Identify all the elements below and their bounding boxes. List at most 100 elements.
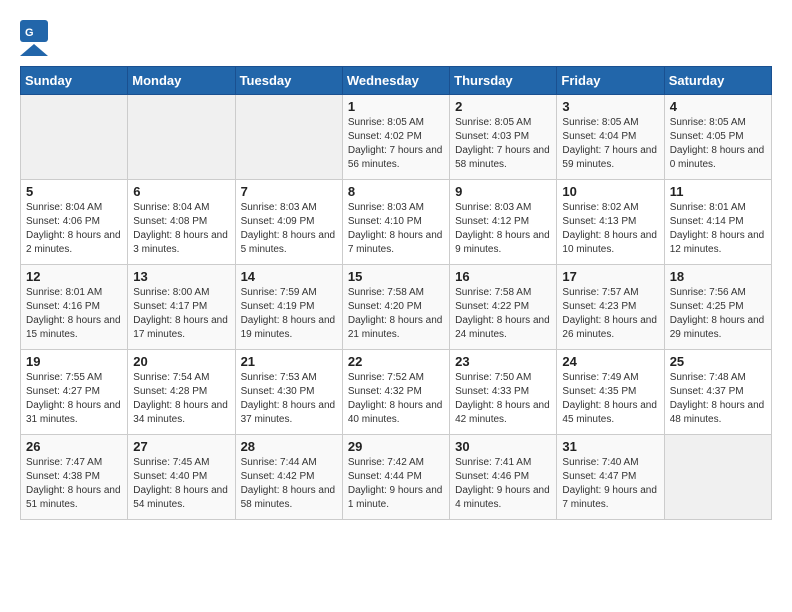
logo: G (20, 20, 53, 56)
day-number: 3 (562, 99, 658, 114)
calendar-cell: 5 Sunrise: 8:04 AM Sunset: 4:06 PM Daylig… (21, 180, 128, 265)
day-info: Sunrise: 7:41 AM Sunset: 4:46 PM Dayligh… (455, 456, 551, 512)
calendar-cell: 9 Sunrise: 8:03 AM Sunset: 4:12 PM Daylig… (450, 180, 557, 265)
day-info: Sunrise: 8:05 AM Sunset: 4:02 PM Dayligh… (348, 116, 444, 172)
day-info: Sunrise: 8:03 AM Sunset: 4:09 PM Dayligh… (241, 201, 337, 257)
day-number: 13 (133, 269, 229, 284)
day-number: 7 (241, 184, 337, 199)
day-info: Sunrise: 7:58 AM Sunset: 4:22 PM Dayligh… (455, 286, 551, 342)
day-info: Sunrise: 8:03 AM Sunset: 4:10 PM Dayligh… (348, 201, 444, 257)
day-number: 8 (348, 184, 444, 199)
day-number: 10 (562, 184, 658, 199)
calendar-cell: 25 Sunrise: 7:48 AM Sunset: 4:37 PM Dayli… (664, 350, 771, 435)
day-number: 11 (670, 184, 766, 199)
day-info: Sunrise: 8:04 AM Sunset: 4:06 PM Dayligh… (26, 201, 122, 257)
day-info: Sunrise: 7:49 AM Sunset: 4:35 PM Dayligh… (562, 371, 658, 427)
day-info: Sunrise: 8:02 AM Sunset: 4:13 PM Dayligh… (562, 201, 658, 257)
calendar-cell: 4 Sunrise: 8:05 AM Sunset: 4:05 PM Daylig… (664, 95, 771, 180)
calendar-cell (21, 95, 128, 180)
calendar-cell (128, 95, 235, 180)
day-number: 25 (670, 354, 766, 369)
svg-text:G: G (25, 27, 34, 39)
day-info: Sunrise: 7:59 AM Sunset: 4:19 PM Dayligh… (241, 286, 337, 342)
calendar-cell: 29 Sunrise: 7:42 AM Sunset: 4:44 PM Dayli… (342, 435, 449, 520)
day-info: Sunrise: 7:54 AM Sunset: 4:28 PM Dayligh… (133, 371, 229, 427)
day-info: Sunrise: 8:04 AM Sunset: 4:08 PM Dayligh… (133, 201, 229, 257)
day-info: Sunrise: 7:48 AM Sunset: 4:37 PM Dayligh… (670, 371, 766, 427)
day-number: 9 (455, 184, 551, 199)
logo-icon: G (20, 20, 48, 56)
calendar-week-row: 19 Sunrise: 7:55 AM Sunset: 4:27 PM Dayli… (21, 350, 772, 435)
calendar-cell: 27Sunrise: 7:45 AM Sunset: 4:40 PM Dayli… (128, 435, 235, 520)
day-number: 31 (562, 439, 658, 454)
calendar-cell: 14 Sunrise: 7:59 AM Sunset: 4:19 PM Dayli… (235, 265, 342, 350)
calendar-cell (235, 95, 342, 180)
day-info: Sunrise: 8:03 AM Sunset: 4:12 PM Dayligh… (455, 201, 551, 257)
day-info: Sunrise: 7:45 AM Sunset: 4:40 PM Dayligh… (133, 456, 229, 512)
day-info: Sunrise: 8:00 AM Sunset: 4:17 PM Dayligh… (133, 286, 229, 342)
calendar-cell: 30 Sunrise: 7:41 AM Sunset: 4:46 PM Dayli… (450, 435, 557, 520)
day-info: Sunrise: 7:57 AM Sunset: 4:23 PM Dayligh… (562, 286, 658, 342)
day-info: Sunrise: 7:53 AM Sunset: 4:30 PM Dayligh… (241, 371, 337, 427)
calendar-cell: 12 Sunrise: 8:01 AM Sunset: 4:16 PM Dayli… (21, 265, 128, 350)
calendar-week-row: 1 Sunrise: 8:05 AM Sunset: 4:02 PM Daylig… (21, 95, 772, 180)
weekday-header: Thursday (450, 67, 557, 95)
day-number: 26 (26, 439, 122, 454)
day-info: Sunrise: 7:42 AM Sunset: 4:44 PM Dayligh… (348, 456, 444, 512)
calendar-cell: 16 Sunrise: 7:58 AM Sunset: 4:22 PM Dayli… (450, 265, 557, 350)
weekday-header-row: SundayMondayTuesdayWednesdayThursdayFrid… (21, 67, 772, 95)
day-info: Sunrise: 7:55 AM Sunset: 4:27 PM Dayligh… (26, 371, 122, 427)
calendar-cell: 19 Sunrise: 7:55 AM Sunset: 4:27 PM Dayli… (21, 350, 128, 435)
day-number: 12 (26, 269, 122, 284)
day-number: 19 (26, 354, 122, 369)
calendar-cell: 3 Sunrise: 8:05 AM Sunset: 4:04 PM Daylig… (557, 95, 664, 180)
calendar-cell: 23 Sunrise: 7:50 AM Sunset: 4:33 PM Dayli… (450, 350, 557, 435)
day-number: 14 (241, 269, 337, 284)
calendar-cell: 13 Sunrise: 8:00 AM Sunset: 4:17 PM Dayli… (128, 265, 235, 350)
day-info: Sunrise: 7:58 AM Sunset: 4:20 PM Dayligh… (348, 286, 444, 342)
calendar-cell: 28 Sunrise: 7:44 AM Sunset: 4:42 PM Dayli… (235, 435, 342, 520)
weekday-header: Tuesday (235, 67, 342, 95)
calendar-cell: 22Sunrise: 7:52 AM Sunset: 4:32 PM Dayli… (342, 350, 449, 435)
calendar-cell: 31 Sunrise: 7:40 AM Sunset: 4:47 PM Dayli… (557, 435, 664, 520)
calendar-cell: 18 Sunrise: 7:56 AM Sunset: 4:25 PM Dayli… (664, 265, 771, 350)
day-number: 1 (348, 99, 444, 114)
page-header: G (20, 20, 772, 56)
day-number: 20 (133, 354, 229, 369)
calendar-cell: 8 Sunrise: 8:03 AM Sunset: 4:10 PM Daylig… (342, 180, 449, 265)
day-number: 5 (26, 184, 122, 199)
day-number: 30 (455, 439, 551, 454)
day-info: Sunrise: 8:01 AM Sunset: 4:16 PM Dayligh… (26, 286, 122, 342)
calendar-cell: 2 Sunrise: 8:05 AM Sunset: 4:03 PM Daylig… (450, 95, 557, 180)
calendar-week-row: 12 Sunrise: 8:01 AM Sunset: 4:16 PM Dayli… (21, 265, 772, 350)
calendar-cell (664, 435, 771, 520)
day-number: 4 (670, 99, 766, 114)
calendar-cell: 10 Sunrise: 8:02 AM Sunset: 4:13 PM Dayli… (557, 180, 664, 265)
day-number: 23 (455, 354, 551, 369)
calendar-cell: 6Sunrise: 8:04 AM Sunset: 4:08 PM Daylig… (128, 180, 235, 265)
day-info: Sunrise: 7:44 AM Sunset: 4:42 PM Dayligh… (241, 456, 337, 512)
weekday-header: Sunday (21, 67, 128, 95)
calendar-cell: 1 Sunrise: 8:05 AM Sunset: 4:02 PM Daylig… (342, 95, 449, 180)
day-number: 16 (455, 269, 551, 284)
day-info: Sunrise: 7:40 AM Sunset: 4:47 PM Dayligh… (562, 456, 658, 512)
calendar-cell: 17Sunrise: 7:57 AM Sunset: 4:23 PM Dayli… (557, 265, 664, 350)
day-number: 18 (670, 269, 766, 284)
weekday-header: Monday (128, 67, 235, 95)
day-number: 28 (241, 439, 337, 454)
weekday-header: Wednesday (342, 67, 449, 95)
calendar-cell: 24Sunrise: 7:49 AM Sunset: 4:35 PM Dayli… (557, 350, 664, 435)
calendar-table: SundayMondayTuesdayWednesdayThursdayFrid… (20, 66, 772, 520)
calendar-cell: 15Sunrise: 7:58 AM Sunset: 4:20 PM Dayli… (342, 265, 449, 350)
day-info: Sunrise: 7:50 AM Sunset: 4:33 PM Dayligh… (455, 371, 551, 427)
calendar-cell: 7 Sunrise: 8:03 AM Sunset: 4:09 PM Daylig… (235, 180, 342, 265)
day-info: Sunrise: 8:05 AM Sunset: 4:03 PM Dayligh… (455, 116, 551, 172)
day-number: 22 (348, 354, 444, 369)
calendar-cell: 20 Sunrise: 7:54 AM Sunset: 4:28 PM Dayli… (128, 350, 235, 435)
day-number: 29 (348, 439, 444, 454)
day-info: Sunrise: 7:56 AM Sunset: 4:25 PM Dayligh… (670, 286, 766, 342)
weekday-header: Friday (557, 67, 664, 95)
day-info: Sunrise: 8:05 AM Sunset: 4:05 PM Dayligh… (670, 116, 766, 172)
day-info: Sunrise: 8:05 AM Sunset: 4:04 PM Dayligh… (562, 116, 658, 172)
day-number: 2 (455, 99, 551, 114)
